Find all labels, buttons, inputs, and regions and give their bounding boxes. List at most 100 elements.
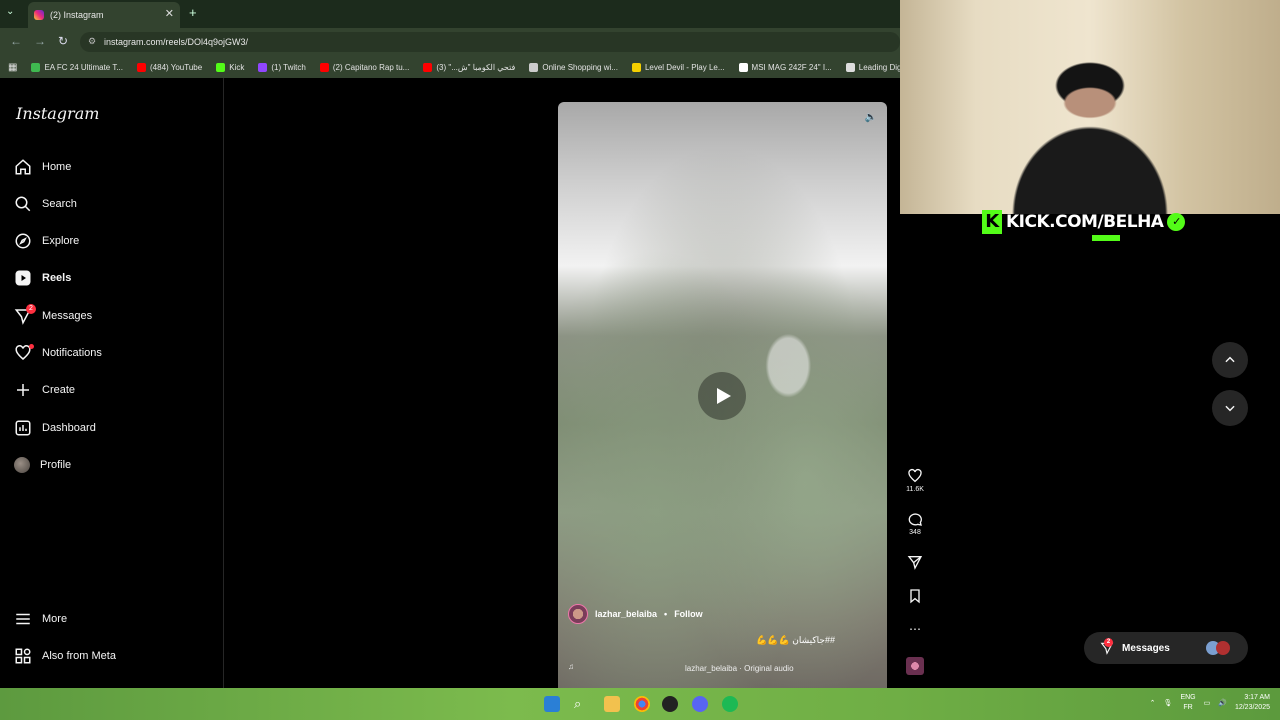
chrome-icon[interactable] (634, 696, 650, 712)
verified-check-icon: ✓ (1167, 213, 1186, 231)
audio-thumbnail[interactable] (906, 657, 924, 675)
chevron-down-icon (1225, 405, 1235, 412)
spotify-icon[interactable] (722, 696, 738, 712)
nav-also-from-meta-label: Also from Meta (42, 650, 116, 662)
meta-icon (15, 648, 31, 664)
share-button[interactable] (903, 554, 927, 572)
bookmark-item[interactable]: (2) Capitano Rap tu... (319, 62, 409, 72)
bookmark-favicon-icon (845, 62, 855, 72)
nav-dashboard-label: Dashboard (42, 422, 96, 434)
site-info-icon[interactable]: ⚙ (88, 36, 96, 47)
bookmark-item[interactable]: Level Devil - Play Le... (631, 62, 725, 72)
file-explorer-icon[interactable] (604, 696, 620, 712)
notification-dot (29, 344, 34, 349)
back-icon[interactable]: ← (10, 34, 22, 48)
browser-tab[interactable]: (2) Instagram ✕ (28, 2, 180, 28)
reel-video[interactable]: 🔈 lazhar_belaiba • Follow 💪💪💪 جاكيشان## … (558, 102, 887, 688)
bookmark-favicon-icon (319, 62, 329, 72)
reel-author-avatar[interactable] (568, 604, 588, 624)
messages-floating-button[interactable]: 2 Messages (1084, 632, 1248, 664)
volume-icon[interactable]: 🔊 (1218, 699, 1227, 707)
reload-icon[interactable]: ↻ (58, 34, 68, 48)
bookmark-item[interactable]: Online Shopping wi... (529, 62, 618, 72)
apps-grid-icon[interactable]: ▦ (8, 62, 17, 73)
reels-icon (15, 270, 31, 286)
nav-more[interactable]: More (14, 609, 67, 629)
bookmark-item[interactable]: فتحي الكومبا "ش..." (3) (423, 62, 515, 72)
nav-notifications-label: Notifications (42, 347, 102, 359)
reel-audio-label: lazhar_belaiba · Original audio (685, 664, 794, 673)
comment-button[interactable]: 348 (903, 511, 927, 536)
bookmark-item[interactable]: (484) YouTube (137, 62, 202, 72)
tab-close-icon[interactable]: ✕ (165, 7, 174, 20)
bookmark-item[interactable]: Kick (216, 62, 244, 72)
clock[interactable]: 3:17 AM 12/23/2025 (1235, 693, 1270, 713)
instagram-logo[interactable]: Instagram (16, 104, 99, 123)
clock-date: 12/23/2025 (1234, 704, 1270, 711)
reel-audio-row[interactable]: ♫ lazhar_belaiba · Original audio (568, 662, 877, 673)
start-menu-icon[interactable] (544, 696, 560, 712)
save-button[interactable] (903, 588, 927, 606)
nav-more-label: More (42, 613, 68, 625)
reel-username[interactable]: lazhar_belaiba (595, 609, 657, 619)
audio-muted-icon[interactable]: 🔈 (865, 112, 877, 123)
language-indicator[interactable]: ENG FR (1180, 693, 1195, 713)
search-icon[interactable]: ⌕ (574, 696, 590, 712)
search-icon (15, 196, 31, 212)
nav-profile-label: Profile (40, 459, 72, 471)
plus-icon (17, 384, 29, 396)
comment-count: 348 (909, 529, 921, 536)
obs-icon[interactable] (662, 696, 678, 712)
nav-messages[interactable]: 2 Messages (14, 304, 92, 326)
more-options-icon[interactable]: ⋯ (903, 622, 927, 636)
like-button[interactable]: 11.6K (903, 468, 927, 493)
reel-author: lazhar_belaiba • Follow (568, 604, 703, 624)
nav-profile[interactable]: Profile (14, 455, 71, 475)
nav-home[interactable]: Home (14, 157, 71, 177)
separator-dot: • (664, 609, 668, 619)
music-note-icon: ♫ (568, 662, 574, 671)
bookmark-label: Online Shopping wi... (542, 62, 618, 72)
messages-pill-badge: 2 (1104, 638, 1113, 647)
webcam-overlay (900, 0, 1280, 214)
next-reel-button[interactable] (1212, 390, 1248, 426)
chevron-up-icon (1225, 356, 1235, 363)
instagram-favicon-icon (34, 10, 44, 20)
reel-caption[interactable]: 💪💪💪 جاكيشان## (756, 635, 835, 646)
tab-search-menu-icon[interactable]: ⌄ (6, 6, 14, 17)
kick-logo: K (982, 210, 1002, 234)
live-bar (1092, 235, 1120, 241)
bookmark-item[interactable]: MSI MAG 242F 24" I... (738, 62, 832, 72)
bookmark-favicon-icon (258, 62, 268, 72)
bookmark-favicon-icon (423, 62, 433, 72)
nav-search[interactable]: Search (14, 194, 77, 214)
nav-notifications[interactable]: Notifications (14, 343, 102, 363)
bookmark-item[interactable]: EA FC 24 Ultimate T... (31, 62, 123, 72)
bookmark-favicon-icon (216, 62, 226, 72)
nav-explore[interactable]: Explore (14, 231, 79, 251)
discord-icon[interactable] (692, 696, 708, 712)
microphone-icon[interactable]: 🎙 (1164, 699, 1173, 707)
nav-reels[interactable]: Reels (14, 268, 71, 288)
nav-search-label: Search (42, 198, 77, 210)
bookmark-label: Level Devil - Play Le... (644, 62, 725, 72)
bookmark-item[interactable]: (1) Twitch (258, 62, 306, 72)
network-icon[interactable]: ▭ (1204, 699, 1211, 707)
menu-icon (16, 613, 30, 625)
dashboard-icon (15, 420, 31, 436)
chevron-up-icon[interactable]: ⌃ (1150, 699, 1156, 707)
new-tab-icon[interactable]: + (189, 5, 197, 20)
avatar (14, 457, 30, 473)
messages-pill-label: Messages (1122, 642, 1170, 654)
bookmark-label: EA FC 24 Ultimate T... (44, 62, 123, 72)
nav-dashboard[interactable]: Dashboard (14, 418, 96, 438)
previous-reel-button[interactable] (1212, 342, 1248, 378)
url-field[interactable]: ⚙ instagram.com/reels/DOl4q9ojGW3/ (80, 32, 900, 52)
bookmark-favicon-icon (31, 62, 41, 72)
follow-button[interactable]: Follow (674, 609, 703, 619)
nav-also-from-meta[interactable]: Also from Meta (14, 646, 116, 666)
windows-taskbar: ⌕ ⌃ 🎙 ENG FR ▭ 🔊 3:17 AM 12/23/2025 (0, 688, 1280, 720)
nav-create[interactable]: Create (14, 380, 75, 400)
play-button[interactable] (698, 372, 746, 420)
forward-icon[interactable]: → (34, 34, 46, 48)
